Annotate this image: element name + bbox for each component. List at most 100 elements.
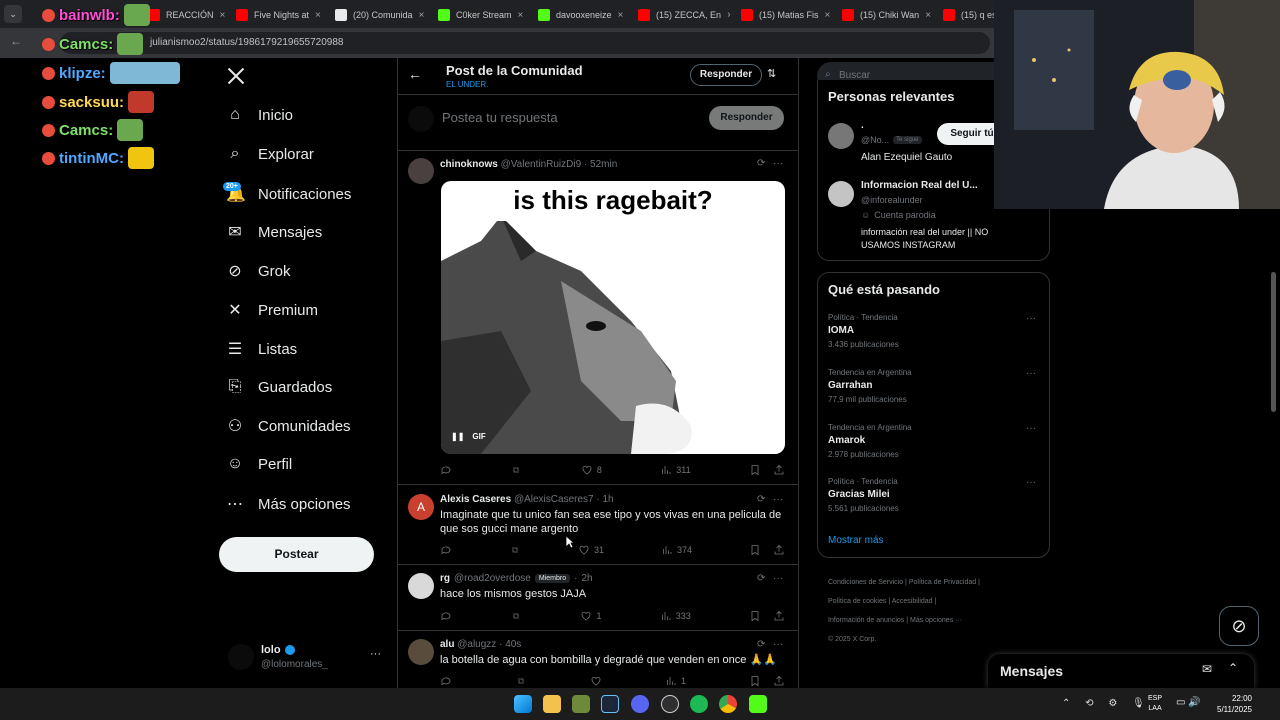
browser-tab[interactable]: C0ker Stream ×: [430, 4, 527, 26]
close-icon[interactable]: ×: [727, 10, 730, 21]
more-icon[interactable]: ···: [1026, 423, 1036, 434]
nav-item-notificaciones[interactable]: 🔔 Notificaciones: [226, 184, 351, 204]
more-icon[interactable]: ···: [1026, 368, 1036, 379]
close-icon[interactable]: ×: [419, 10, 425, 21]
like-button[interactable]: 31: [578, 544, 604, 556]
reply-composer[interactable]: Postea tu respuesta: [442, 110, 558, 125]
tweet-author[interactable]: rg: [440, 573, 450, 584]
person-handle[interactable]: @No...: [861, 135, 889, 145]
network-icon[interactable]: ▭ 🔊: [1176, 697, 1201, 708]
system-tray[interactable]: ⌃ ⟲ ⚙ 🎙: [1062, 698, 1151, 709]
new-message-icon[interactable]: ✉: [1202, 662, 1212, 676]
views-button[interactable]: 333: [660, 610, 691, 622]
share-icon[interactable]: [773, 544, 785, 556]
browser-tab[interactable]: Five Nights at ×: [228, 4, 324, 26]
tweet-gif[interactable]: is this ragebait? ❚❚ GIF: [441, 181, 785, 454]
header-reply-button[interactable]: Responder: [690, 64, 762, 86]
person-handle[interactable]: @inforealunder: [861, 195, 923, 205]
windows-start-icon[interactable]: [514, 695, 532, 713]
chrome-icon[interactable]: [719, 695, 737, 713]
bookmark-icon[interactable]: [749, 675, 761, 687]
tweet-time[interactable]: 1h: [602, 494, 613, 505]
minecraft-icon[interactable]: [572, 695, 590, 713]
nav-item-más-opciones[interactable]: ⋯ Más opciones: [226, 494, 351, 514]
more-icon[interactable]: ···: [1026, 477, 1036, 488]
browser-tab[interactable]: (15) Matias Fis ×: [733, 4, 831, 26]
person-name[interactable]: Informacion Real del U...: [861, 180, 978, 191]
person-avatar[interactable]: [828, 123, 854, 149]
tweet-time[interactable]: 2h: [581, 573, 592, 584]
person-name[interactable]: .: [861, 120, 864, 131]
more-icon[interactable]: ···: [773, 639, 783, 650]
browser-tab[interactable]: REACCIÓN ×: [140, 4, 226, 26]
grok-icon[interactable]: ⟳: [757, 639, 765, 650]
bookmark-icon[interactable]: [749, 544, 761, 556]
repost-icon[interactable]: [510, 610, 522, 622]
chevron-up-icon[interactable]: ⌃: [1228, 661, 1238, 675]
more-icon[interactable]: ···: [773, 158, 783, 169]
tweet-avatar[interactable]: [408, 573, 434, 599]
close-icon[interactable]: ×: [825, 10, 831, 21]
tweet-handle[interactable]: @AlexisCaseres7: [514, 494, 594, 505]
tweet-handle[interactable]: @ValentinRuizDi9: [501, 159, 582, 170]
nav-item-inicio[interactable]: ⌂ Inicio: [226, 106, 293, 124]
page-scrollbar[interactable]: [1271, 272, 1276, 412]
language-indicator[interactable]: ESP LAA: [1148, 694, 1162, 714]
views-button[interactable]: 374: [661, 544, 692, 556]
repost-icon[interactable]: [510, 464, 522, 476]
kick-icon[interactable]: [749, 695, 767, 713]
browser-tab[interactable]: davooxeneize ×: [530, 4, 627, 26]
share-icon[interactable]: [773, 464, 785, 476]
like-button[interactable]: [590, 675, 602, 687]
close-icon[interactable]: ×: [315, 10, 321, 21]
nav-item-listas[interactable]: ☰ Listas: [226, 339, 297, 359]
tweet-avatar[interactable]: [408, 158, 434, 184]
x-logo-icon[interactable]: [226, 66, 246, 86]
grok-icon[interactable]: ⟳: [757, 158, 765, 169]
like-button[interactable]: 1: [580, 610, 601, 622]
tab-search-button[interactable]: ⌄: [4, 5, 22, 23]
back-arrow-icon[interactable]: ←: [408, 66, 422, 82]
bookmark-icon[interactable]: [749, 610, 761, 622]
repost-icon[interactable]: [509, 544, 521, 556]
nav-item-premium[interactable]: ✕ Premium: [226, 300, 318, 320]
bookmark-icon[interactable]: [749, 464, 761, 476]
browser-tab[interactable]: (20) Comunida ×: [327, 4, 427, 26]
nav-item-mensajes[interactable]: ✉ Mensajes: [226, 222, 322, 242]
tweet-author[interactable]: alu: [440, 639, 454, 650]
browser-tab[interactable]: (15) q es el×: [935, 4, 995, 26]
discord-icon[interactable]: [631, 695, 649, 713]
back-arrow-icon[interactable]: ←: [10, 34, 22, 48]
community-name[interactable]: EL UNDER.: [446, 80, 488, 89]
close-icon[interactable]: ×: [618, 10, 624, 21]
reply-icon[interactable]: [440, 544, 452, 556]
share-icon[interactable]: [773, 610, 785, 622]
settings-icon[interactable]: ⇅: [767, 67, 776, 80]
messages-drawer[interactable]: Mensajes ✉ ⌃: [988, 654, 1254, 688]
composer-reply-button[interactable]: Responder: [709, 106, 784, 130]
file-explorer-icon[interactable]: [543, 695, 561, 713]
tweet-handle[interactable]: @road2overdose: [454, 573, 531, 584]
reply-icon[interactable]: [440, 464, 452, 476]
person-avatar[interactable]: [828, 181, 854, 207]
like-button[interactable]: 8: [581, 464, 602, 476]
tweet-time[interactable]: 52min: [590, 159, 617, 170]
obs-icon[interactable]: [661, 695, 679, 713]
tweet-time[interactable]: 40s: [505, 639, 521, 650]
grok-float-button[interactable]: ⊘: [1219, 606, 1259, 646]
close-icon[interactable]: ×: [925, 10, 931, 21]
steam-icon[interactable]: [601, 695, 619, 713]
grok-icon[interactable]: ⟳: [757, 573, 765, 584]
nav-item-guardados[interactable]: ⎘ Guardados: [226, 378, 333, 396]
clock[interactable]: 22:00 5/11/2025: [1212, 693, 1252, 715]
address-field[interactable]: julianismoo2/status/1986179219655720988: [60, 32, 990, 54]
spotify-icon[interactable]: [690, 695, 708, 713]
repost-icon[interactable]: [515, 675, 527, 687]
close-icon[interactable]: ×: [220, 10, 226, 21]
reply-icon[interactable]: [440, 675, 452, 687]
nav-item-perfil[interactable]: ☺ Perfil: [226, 455, 292, 473]
grok-icon[interactable]: ⟳: [757, 494, 765, 505]
pause-icon[interactable]: ❚❚: [451, 432, 464, 441]
nav-item-comunidades[interactable]: ⚇ Comunidades: [226, 416, 351, 436]
browser-tab[interactable]: (15) ZECCA, En ×: [630, 4, 730, 26]
